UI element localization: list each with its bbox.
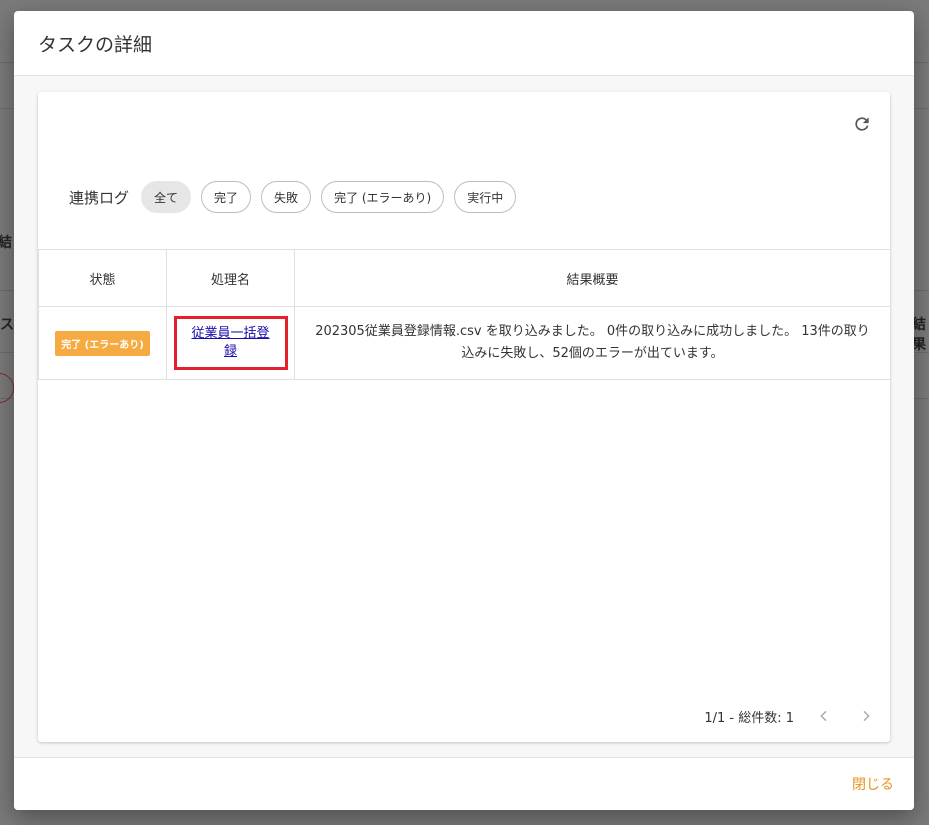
refresh-icon — [855, 117, 869, 131]
log-table-wrapper: 状態 処理名 結果概要 完了 (エラーあり) 従業員一括登録 202305従業員… — [38, 249, 890, 380]
background-text: 結果 — [912, 317, 926, 353]
result-summary: 202305従業員登録情報.csv を取り込みました。 0件の取り込みに成功しま… — [315, 324, 870, 361]
task-name-link[interactable]: 従業員一括登録 — [191, 326, 269, 359]
dialog-body: 連携ログ 全て 完了 失敗 完了 (エラーあり) 実行中 状態 処理名 結果概要 — [14, 76, 914, 757]
prev-page-button[interactable] — [812, 704, 836, 728]
refresh-button[interactable] — [850, 112, 874, 136]
table-row: 完了 (エラーあり) 従業員一括登録 202305従業員登録情報.csv を取り… — [38, 306, 890, 380]
background-text: タス — [0, 317, 14, 333]
chevron-left-icon — [820, 710, 827, 722]
task-detail-dialog: タスクの詳細 連携ログ 全て 完了 失敗 完了 (エラーあり) 実行中 状態 処… — [14, 11, 914, 810]
dialog-header: タスクの詳細 — [14, 11, 914, 76]
next-page-button[interactable] — [854, 704, 878, 728]
dialog-title: タスクの詳細 — [38, 33, 153, 56]
column-header-status[interactable]: 状態 — [38, 249, 167, 307]
pagination: 1/1 - 総件数: 1 — [704, 704, 878, 728]
status-badge: 完了 (エラーあり) — [55, 330, 150, 356]
name-cell: 従業員一括登録 — [166, 306, 295, 380]
log-table: 状態 処理名 結果概要 完了 (エラーあり) 従業員一括登録 202305従業員… — [38, 249, 890, 380]
pagination-info: 1/1 - 総件数: 1 — [704, 710, 794, 726]
summary-cell: 202305従業員登録情報.csv を取り込みました。 0件の取り込みに成功しま… — [294, 306, 890, 380]
filter-chip-all[interactable]: 全て — [141, 181, 192, 213]
filter-chip-running[interactable]: 実行中 — [454, 181, 517, 213]
close-button[interactable]: 閉じる — [852, 774, 894, 794]
table-header-row: 状態 処理名 結果概要 — [38, 249, 890, 307]
column-header-summary[interactable]: 結果概要 — [294, 249, 890, 307]
log-card: 連携ログ 全て 完了 失敗 完了 (エラーあり) 実行中 状態 処理名 結果概要 — [38, 92, 890, 742]
filter-label: 連携ログ — [69, 188, 130, 207]
status-cell: 完了 (エラーあり) — [38, 306, 167, 380]
filter-chip-complete[interactable]: 完了 — [201, 181, 252, 213]
filter-row: 連携ログ 全て 完了 失敗 完了 (エラーあり) 実行中 — [69, 181, 517, 213]
column-header-name[interactable]: 処理名 — [166, 249, 295, 307]
filter-chip-failed[interactable]: 失敗 — [261, 181, 312, 213]
highlight-box: 従業員一括登録 — [173, 316, 288, 370]
filter-chip-complete-with-errors[interactable]: 完了 (エラーあり) — [321, 181, 445, 213]
chevron-right-icon — [863, 710, 870, 722]
dialog-footer: 閉じる — [14, 757, 914, 810]
background-text: 結 — [0, 235, 12, 251]
